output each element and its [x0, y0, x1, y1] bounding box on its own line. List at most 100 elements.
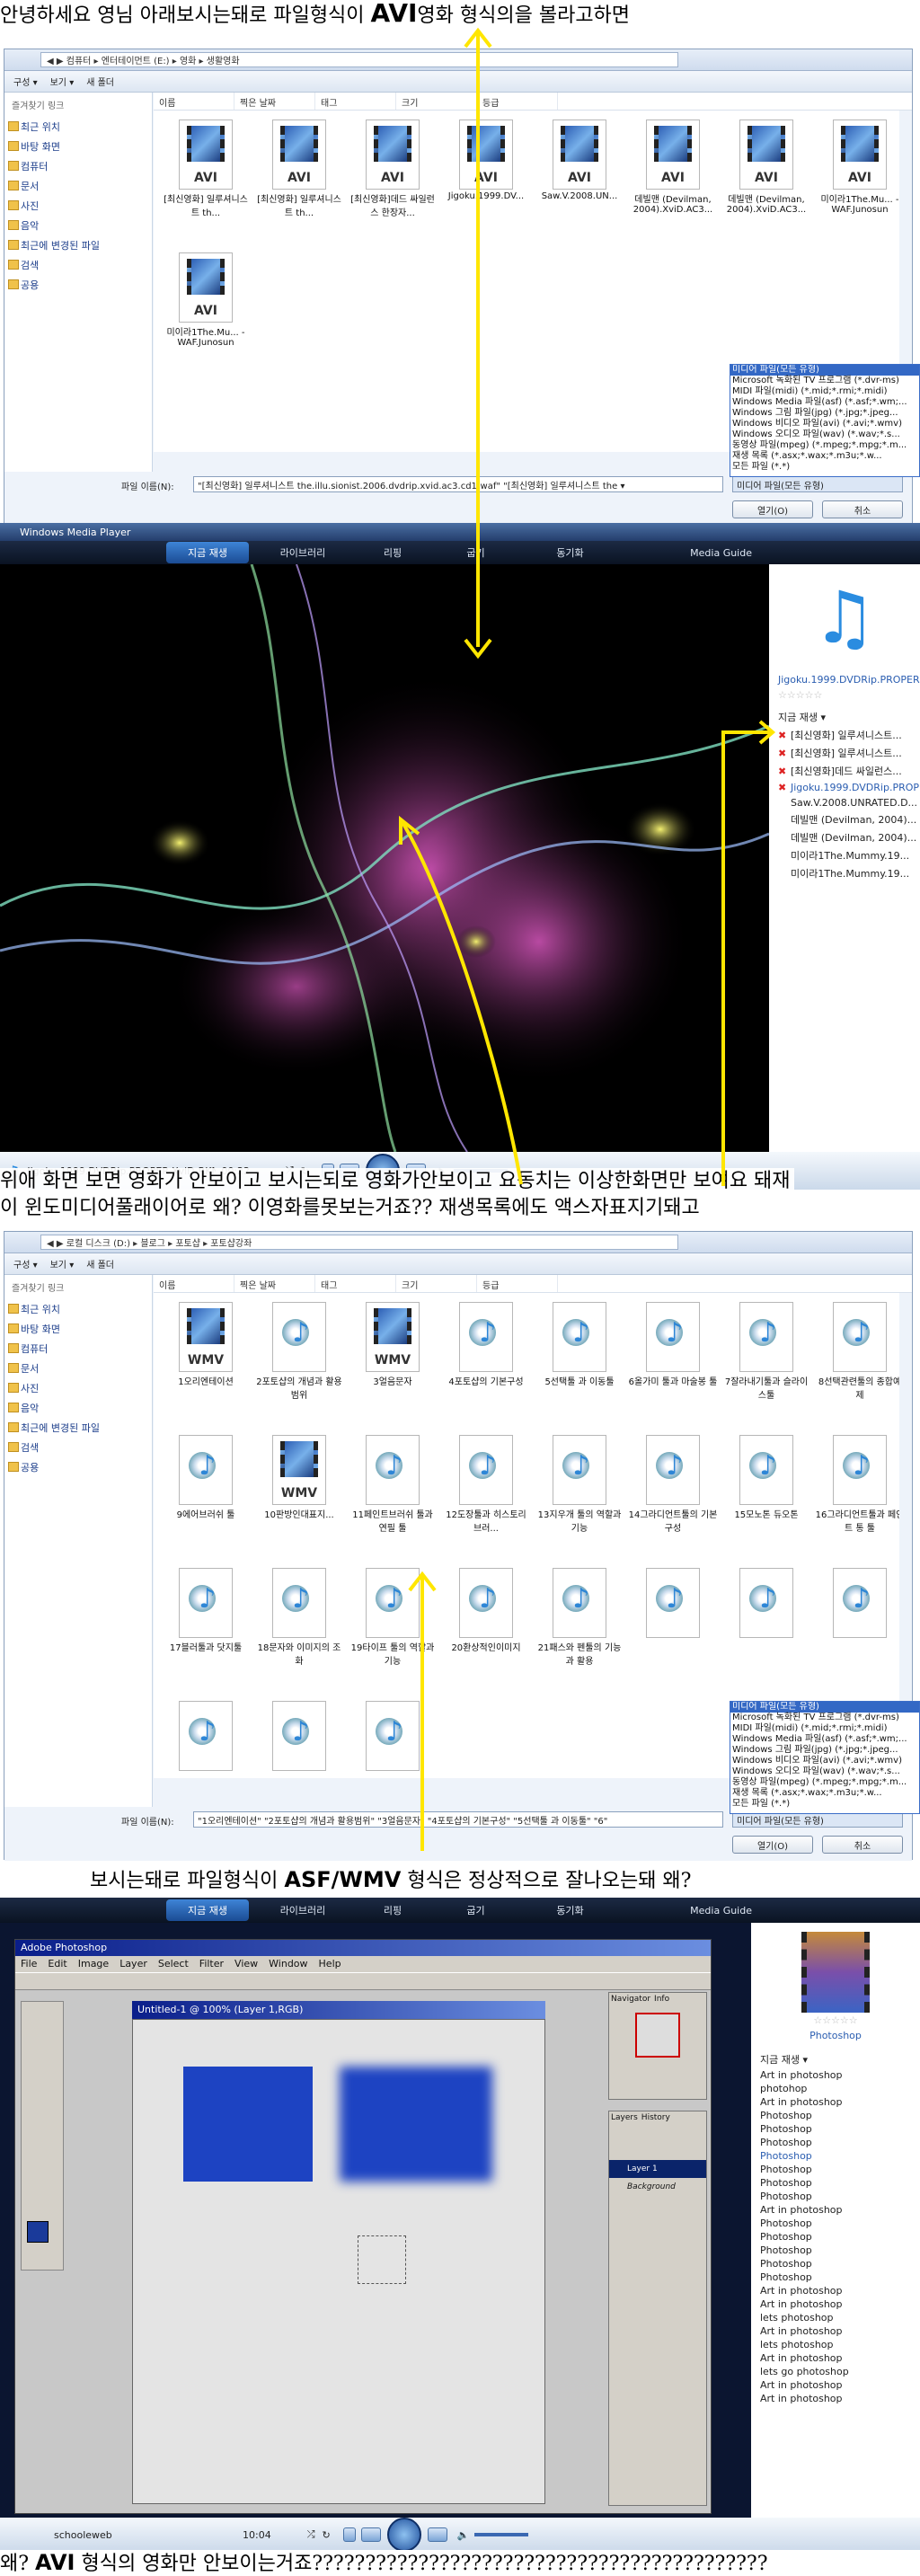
speaker-icon[interactable]: 🔈 — [457, 2529, 470, 2541]
new-folder-button[interactable]: 새 폴더 — [86, 75, 114, 88]
tab-sync[interactable]: 동기화 — [523, 1903, 617, 1917]
organize-button[interactable]: 구성 ▾ — [13, 75, 38, 88]
file-item[interactable]: ♪ — [815, 1564, 899, 1640]
filetype-option[interactable]: Windows 오디오 파일(wav) (*.wav;*.s... — [730, 429, 919, 440]
filetype-option[interactable]: 재생 목록 (*.asx;*.wax;*.m3u;*.w... — [730, 1788, 919, 1799]
file-item[interactable]: ♪ 18문자와 이미지의 조화 — [254, 1564, 344, 1667]
playlist-item[interactable]: Photoshop — [751, 2122, 920, 2136]
shuffle-icon[interactable]: ⤮ — [307, 2528, 315, 2541]
file-item[interactable]: ♪ 6올가미 툴과 마술봉 툴 — [628, 1298, 718, 1387]
playlist-item[interactable]: 미이라1The.Mummy.19... — [769, 846, 920, 864]
tab-library[interactable]: 라이브러리 — [249, 545, 357, 560]
playlist-item[interactable]: Art in photoshop — [751, 2068, 920, 2082]
file-item[interactable]: ♪ — [348, 1697, 438, 1773]
view-button[interactable]: 보기 ▾ — [50, 1257, 75, 1270]
playlist-item[interactable]: Art in photoshop — [751, 2324, 920, 2338]
open-button[interactable]: 열기(O) — [732, 1836, 813, 1854]
file-item[interactable]: ♪ 15모노톤 듀오톤 — [721, 1431, 811, 1520]
foreground-color[interactable] — [27, 2221, 49, 2243]
playlist-item[interactable]: Saw.V.2008.UNRATED.D... — [769, 795, 920, 810]
filetype-option[interactable]: 미디어 파일(모든 유형) — [730, 1702, 919, 1713]
col-rating[interactable]: 등급 — [477, 1275, 558, 1292]
next-button[interactable] — [427, 2527, 447, 2542]
filetype-option[interactable]: 재생 목록 (*.asx;*.wax;*.m3u;*.w... — [730, 451, 919, 462]
sidebar-item-documents[interactable]: 문서 — [4, 1359, 152, 1378]
volume-slider[interactable] — [474, 2533, 529, 2536]
file-item[interactable]: AVI 미이라1The.Mu... -WAF.Junosun — [161, 249, 251, 348]
new-folder-button[interactable]: 새 폴더 — [86, 1257, 114, 1270]
file-item[interactable]: ♪ 21패스와 펜툴의 기능과 활용 — [535, 1564, 624, 1667]
play-pause-button[interactable] — [386, 2518, 421, 2552]
sidebar-item-public[interactable]: 공용 — [4, 275, 152, 295]
filetype-option[interactable]: 동영상 파일(mpeg) (*.mpeg;*.mpg;*.m... — [730, 1777, 919, 1788]
file-item[interactable]: WMV 10판방인대표지... — [254, 1431, 344, 1520]
tab-library[interactable]: 라이브러리 — [249, 1903, 357, 1917]
cancel-button[interactable]: 취소 — [822, 500, 903, 518]
filename-input[interactable]: "[최신영화] 일루셔니스트 the.illu.sionist.2006.dvd… — [193, 476, 723, 492]
playlist-item[interactable]: Photoshop — [751, 2230, 920, 2244]
sidebar-item-search[interactable]: 검색 — [4, 255, 152, 275]
playlist-item[interactable]: Photoshop — [751, 2109, 920, 2122]
playlist-item[interactable]: Art in photoshop — [751, 2297, 920, 2311]
sidebar-item-pictures[interactable]: 사진 — [4, 196, 152, 216]
menu-item[interactable]: Help — [319, 1956, 341, 1972]
file-item[interactable]: WMV 1오리엔테이션 — [161, 1298, 251, 1387]
stop-button[interactable] — [342, 2527, 356, 2542]
file-item[interactable]: AVI [최신영화] 일루셔니스트 th... — [254, 116, 344, 218]
playlist-item[interactable]: Photoshop — [751, 2136, 920, 2149]
rating-stars-icon[interactable]: ☆☆☆☆☆ — [751, 2013, 920, 2028]
tab-rip[interactable]: 리핑 — [357, 545, 429, 560]
playlist-item[interactable]: Art in photoshop — [751, 2392, 920, 2405]
file-item[interactable]: ♪ 12도장툴과 히스토리 브러... — [441, 1431, 531, 1534]
playlist-item[interactable]: Photoshop — [751, 2149, 920, 2163]
file-item[interactable]: AVI 미이라1The.Mu... -WAF.Junosun — [815, 116, 905, 215]
file-item[interactable]: AVI 데빌맨 (Devilman, 2004).XviD.AC3... — [721, 116, 811, 215]
sidebar-item-documents[interactable]: 문서 — [4, 176, 152, 196]
menu-item[interactable]: Edit — [48, 1956, 66, 1972]
col-size[interactable]: 크기 — [396, 93, 477, 110]
playlist-item[interactable]: Photoshop — [751, 2176, 920, 2190]
playlist-item[interactable]: photohop — [751, 2082, 920, 2095]
rating-stars-icon[interactable]: ☆☆☆☆☆ — [769, 687, 920, 703]
col-tags[interactable]: 태그 — [315, 1275, 396, 1292]
file-item[interactable]: WMV 3얼음문자 — [348, 1298, 438, 1387]
now-playing-menu[interactable]: 지금 재생 ▾ — [769, 708, 920, 726]
filetype-option[interactable]: 모든 파일 (*.*) — [730, 462, 919, 473]
filetype-dropdown[interactable]: 미디어 파일(모든 유형) Microsoft 녹화된 TV 프로그램 (*.dv… — [730, 364, 920, 477]
filetype-option[interactable]: Microsoft 녹화된 TV 프로그램 (*.dvr-ms) — [730, 376, 919, 386]
file-item[interactable]: ♪ 14그라디언트툴의 기본구성 — [628, 1431, 718, 1534]
menu-item[interactable]: Window — [269, 1956, 307, 1972]
playlist-item[interactable]: 데빌맨 (Devilman, 2004)... — [769, 828, 920, 846]
file-item[interactable]: ♪ 8선택관련툴의 종합예제 — [815, 1298, 899, 1401]
menu-item[interactable]: Filter — [199, 1956, 224, 1972]
col-name[interactable]: 이름 — [154, 1275, 234, 1292]
playlist-item[interactable]: lets photoshop — [751, 2338, 920, 2351]
col-rating[interactable]: 등급 — [477, 93, 558, 110]
tab-media-guide[interactable]: Media Guide — [617, 1905, 752, 1917]
sidebar-item-recent-changed[interactable]: 최근에 변경된 파일 — [4, 1418, 152, 1438]
sidebar-item-recent[interactable]: 최근 위치 — [4, 1299, 152, 1319]
playlist-item[interactable]: ✖ Jigoku.1999.DVDRip.PROPER... — [769, 780, 920, 795]
file-item[interactable]: ♪ 16그라디언트툴과 페인트 통 툴 — [815, 1431, 899, 1534]
video-area-2[interactable]: Adobe Photoshop File Edit Image Layer Select… — [0, 1923, 751, 2518]
now-playing-menu[interactable]: 지금 재생 ▾ — [751, 2050, 920, 2068]
sidebar-item-music[interactable]: 음악 — [4, 216, 152, 235]
filetype-option[interactable]: 미디어 파일(모든 유형) — [730, 365, 919, 376]
playlist-item[interactable]: Photoshop — [751, 2257, 920, 2271]
filetype-option[interactable]: MIDI 파일(midi) (*.mid;*.rmi;*.midi) — [730, 386, 919, 397]
file-item[interactable]: ♪ 11페인트브러쉬 툴과 연필 툴 — [348, 1431, 438, 1534]
filetype-dropdown[interactable]: 미디어 파일(모든 유형) Microsoft 녹화된 TV 프로그램 (*.dv… — [730, 1701, 920, 1814]
col-date[interactable]: 찍은 날짜 — [234, 93, 315, 110]
tab-burn[interactable]: 굽기 — [429, 545, 523, 560]
file-item[interactable]: ♪ 4포토샵의 기본구성 — [441, 1298, 531, 1387]
file-item[interactable]: ♪ — [628, 1564, 718, 1640]
sidebar-item-public[interactable]: 공용 — [4, 1457, 152, 1477]
tab-now-playing[interactable]: 지금 재생 — [166, 542, 249, 563]
open-button[interactable]: 열기(O) — [732, 500, 813, 518]
tab-burn[interactable]: 굽기 — [429, 1903, 523, 1917]
menu-item[interactable]: View — [234, 1956, 258, 1972]
repeat-icon[interactable]: ↻ — [323, 2529, 331, 2541]
breadcrumb[interactable]: ◀ ▶ 컴퓨터 ▸ 엔터테이먼트 (E:) ▸ 영화 ▸ 생활영화 — [40, 52, 678, 67]
file-item[interactable]: ♪ 19타이프 툴의 역할과 기능 — [348, 1564, 438, 1667]
playlist-item[interactable]: ✖ [최신영화] 일루셔니스트... — [769, 726, 920, 744]
